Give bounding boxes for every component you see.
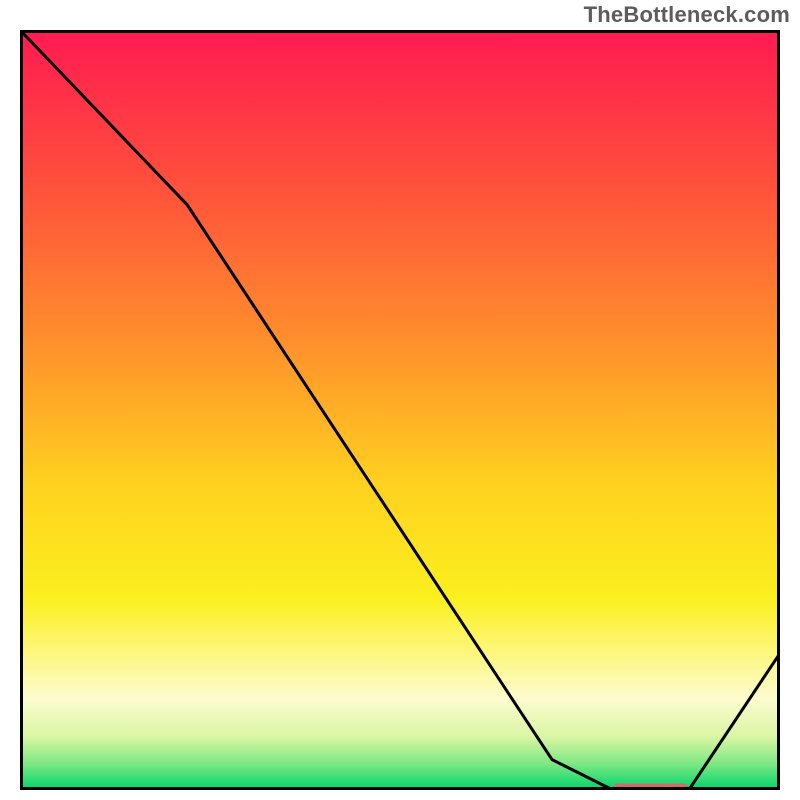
chart-area [20, 30, 780, 790]
watermark-text: TheBottleneck.com [584, 2, 790, 28]
chart-svg [20, 30, 780, 790]
gradient-background [20, 30, 780, 790]
chart-container: TheBottleneck.com [0, 0, 800, 800]
